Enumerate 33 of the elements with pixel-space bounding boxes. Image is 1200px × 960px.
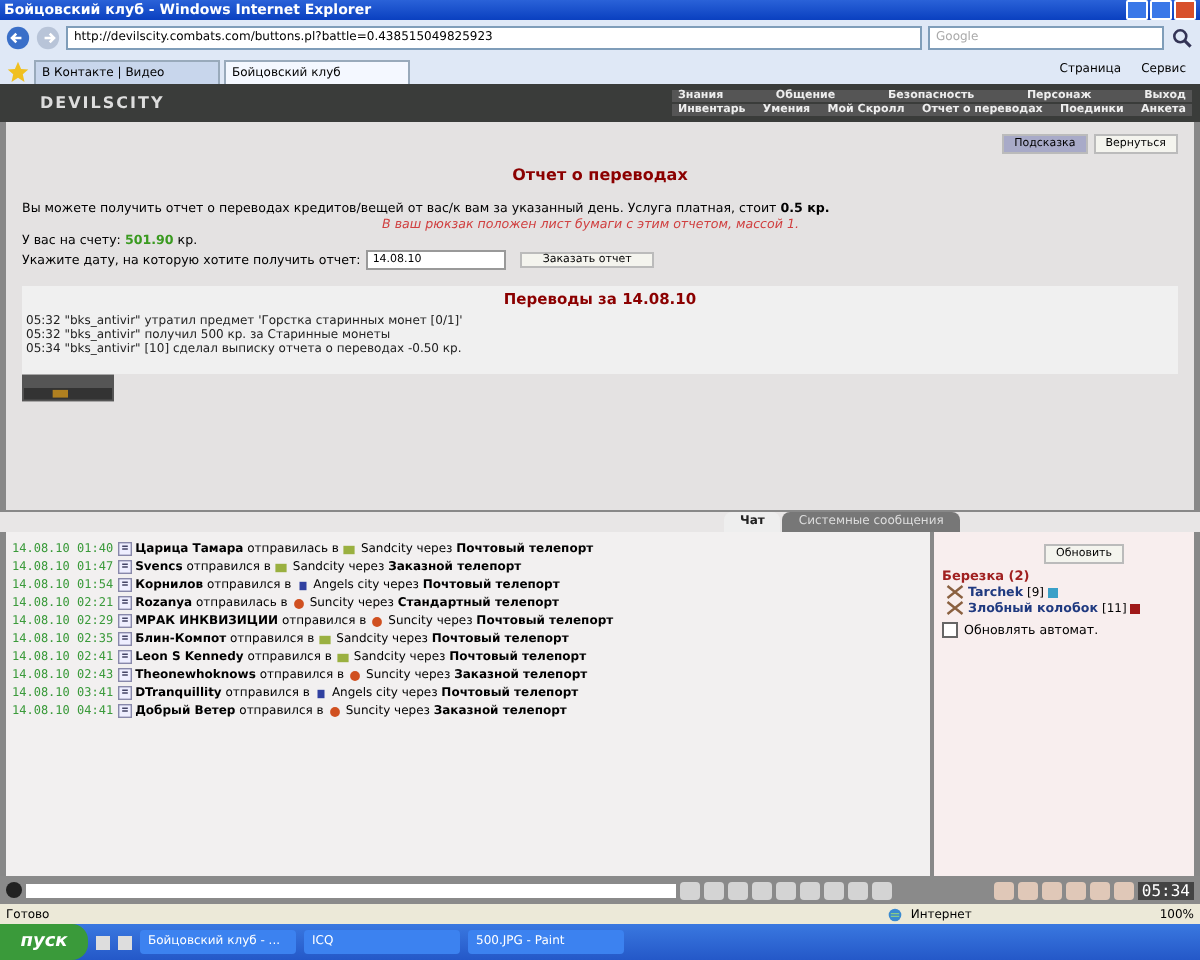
private-icon[interactable] <box>117 632 132 647</box>
maximize-button[interactable] <box>1150 0 1172 20</box>
minimize-button[interactable] <box>1126 0 1148 20</box>
private-icon[interactable] <box>117 650 132 665</box>
private-icon[interactable] <box>117 560 132 575</box>
private-icon[interactable] <box>117 686 132 701</box>
private-icon[interactable] <box>117 542 132 557</box>
globe-icon <box>888 907 903 922</box>
star-icon[interactable] <box>6 59 30 83</box>
private-icon[interactable] <box>117 596 132 611</box>
toolbar-icon[interactable] <box>993 881 1014 900</box>
swords-icon[interactable] <box>946 600 964 617</box>
toolbar-icon[interactable] <box>1017 881 1038 900</box>
back-icon[interactable] <box>6 25 30 50</box>
toolbar-icon[interactable] <box>1113 881 1134 900</box>
search-icon[interactable] <box>1170 25 1194 50</box>
close-button[interactable] <box>1174 0 1196 20</box>
smiley-icon[interactable] <box>6 882 22 899</box>
chat-input[interactable] <box>26 883 676 898</box>
info-icon[interactable] <box>1130 603 1141 614</box>
page-title: Отчет о переводах <box>510 166 690 185</box>
game-logo: DEVILSCITY <box>40 93 165 112</box>
toolbar-icon[interactable] <box>1065 881 1086 900</box>
private-icon[interactable] <box>117 614 132 629</box>
private-icon[interactable] <box>117 668 132 683</box>
toolbar-icon[interactable] <box>1089 881 1110 900</box>
clock: 05:34 <box>1137 881 1194 900</box>
checkbox[interactable] <box>942 622 958 639</box>
private-icon[interactable] <box>117 704 132 719</box>
start-button[interactable]: пуск <box>0 924 88 960</box>
toolbar-icon[interactable] <box>1041 881 1062 900</box>
private-icon[interactable] <box>117 578 132 593</box>
swords-icon[interactable] <box>946 584 964 601</box>
